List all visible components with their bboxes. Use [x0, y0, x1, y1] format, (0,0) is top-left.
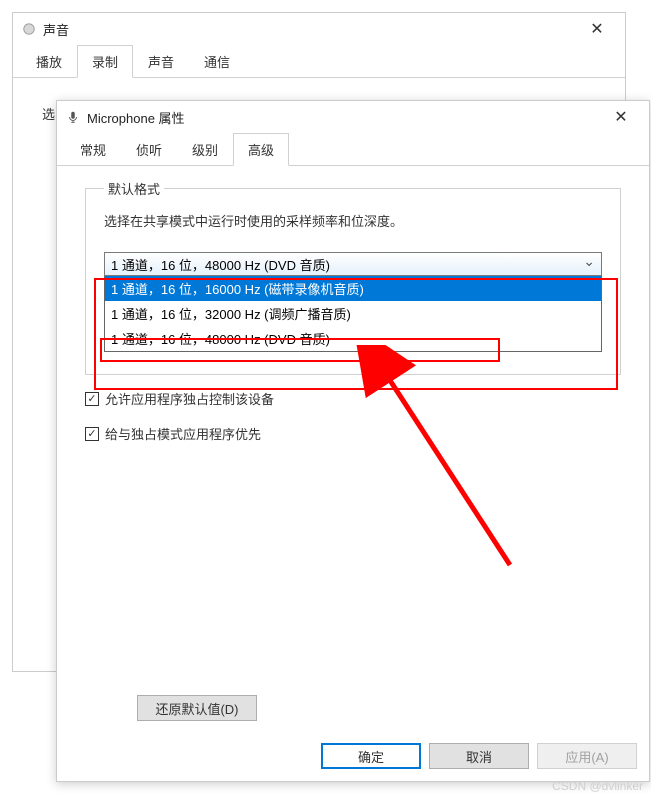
- watermark: CSDN @dvlinker: [552, 779, 643, 793]
- default-format-legend: 默认格式: [104, 179, 164, 198]
- format-dropdown: 1 通道，16 位，16000 Hz (磁带录像机音质) 1 通道，16 位，3…: [104, 276, 602, 352]
- close-icon[interactable]: ✕: [601, 102, 641, 132]
- cancel-button[interactable]: 取消: [429, 743, 529, 769]
- select-label-fragment: 选: [42, 104, 55, 123]
- mic-tabs: 常规 侦听 级别 高级: [57, 133, 649, 166]
- format-selected-value: 1 通道，16 位，48000 Hz (DVD 音质): [111, 258, 330, 273]
- checkbox-exclusive-priority[interactable]: ✓ 给与独占模式应用程序优先: [85, 424, 621, 443]
- default-format-fieldset: 默认格式 选择在共享模式中运行时使用的采样频率和位深度。 1 通道，16 位，4…: [85, 188, 621, 375]
- sound-title: 声音: [43, 20, 577, 39]
- tab-playback[interactable]: 播放: [21, 45, 77, 78]
- tab-advanced[interactable]: 高级: [233, 133, 289, 166]
- restore-row: 还原默认值(D): [137, 695, 257, 721]
- restore-defaults-button[interactable]: 还原默认值(D): [137, 695, 257, 721]
- mic-title: Microphone 属性: [87, 108, 601, 127]
- checkbox-label-1: 允许应用程序独占控制该设备: [105, 389, 274, 408]
- microphone-properties-window: Microphone 属性 ✕ 常规 侦听 级别 高级 默认格式 选择在共享模式…: [56, 100, 650, 782]
- tab-listen[interactable]: 侦听: [121, 133, 177, 166]
- sound-titlebar: 声音 ✕: [13, 13, 625, 45]
- checkbox-label-2: 给与独占模式应用程序优先: [105, 424, 261, 443]
- apply-button: 应用(A): [537, 743, 637, 769]
- format-option-16000[interactable]: 1 通道，16 位，16000 Hz (磁带录像机音质): [105, 276, 601, 301]
- speaker-icon: [21, 21, 37, 37]
- tab-levels[interactable]: 级别: [177, 133, 233, 166]
- format-option-32000[interactable]: 1 通道，16 位，32000 Hz (调频广播音质): [105, 301, 601, 326]
- format-select[interactable]: 1 通道，16 位，48000 Hz (DVD 音质): [104, 252, 602, 276]
- advanced-content: 默认格式 选择在共享模式中运行时使用的采样频率和位深度。 1 通道，16 位，4…: [57, 166, 649, 481]
- checkbox-icon: ✓: [85, 427, 99, 441]
- sound-tabs: 播放 录制 声音 通信: [13, 45, 625, 78]
- tab-sounds[interactable]: 声音: [133, 45, 189, 78]
- ok-button[interactable]: 确定: [321, 743, 421, 769]
- mic-titlebar: Microphone 属性 ✕: [57, 101, 649, 133]
- checkbox-icon: ✓: [85, 392, 99, 406]
- exclusive-section: 独 ✓ 允许应用程序独占控制该设备 ✓ 给与独占模式应用程序优先: [85, 389, 621, 443]
- tab-communications[interactable]: 通信: [189, 45, 245, 78]
- close-icon[interactable]: ✕: [577, 14, 617, 44]
- format-option-48000[interactable]: 1 通道，16 位，48000 Hz (DVD 音质): [105, 326, 601, 351]
- checkbox-allow-exclusive[interactable]: ✓ 允许应用程序独占控制该设备: [85, 389, 621, 408]
- default-format-desc: 选择在共享模式中运行时使用的采样频率和位深度。: [104, 211, 602, 230]
- tab-recording[interactable]: 录制: [77, 45, 133, 78]
- microphone-icon: [65, 109, 81, 125]
- tab-general[interactable]: 常规: [65, 133, 121, 166]
- dialog-buttons: 确定 取消 应用(A): [321, 743, 637, 769]
